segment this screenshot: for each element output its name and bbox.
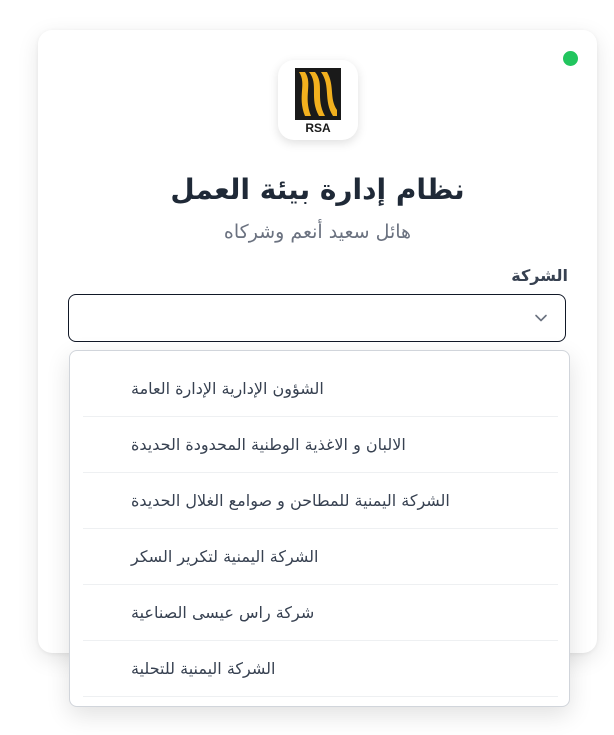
company-field-label: الشركة [511,266,568,285]
dropdown-option[interactable]: الشركة اليمنية لتكرير السكر [83,529,558,585]
page-title: نظام إدارة بيئة العمل [170,173,465,206]
dropdown-option[interactable]: الشؤون الإدارية الإدارة العامة [83,361,558,417]
dropdown-option-label: الشؤون الإدارية الإدارة العامة [131,379,324,398]
dropdown-option-label: الشركة اليمنية للتحلية [131,659,276,678]
page-subtitle: هائل سعيد أنعم وشركاه [223,221,412,243]
company-logo: RSA [278,60,358,140]
dropdown-option-label: الشركة اليمنية للمطاحن و صوامع الغلال ال… [131,491,450,510]
dropdown-option-label: الشركة اليمنية لتكرير السكر [131,547,319,566]
company-select[interactable] [68,294,566,342]
rsa-logo-icon: RSA [295,68,341,134]
dropdown-option-label: شركة راس عيسى الصناعية [131,603,315,622]
dropdown-option[interactable]: الالبان و الاغذية الوطنية المحدودة الحدي… [83,417,558,473]
chevron-down-icon [535,314,547,322]
svg-text:RSA: RSA [305,121,331,134]
dropdown-option[interactable]: الشركة اليمنية للمطاحن و صوامع الغلال ال… [83,473,558,529]
company-dropdown-list: الشؤون الإدارية الإدارة العامة الالبان و… [69,350,570,707]
dropdown-option[interactable]: شركة راس عيسى الصناعية [83,585,558,641]
dropdown-option-label: الالبان و الاغذية الوطنية المحدودة الحدي… [131,435,406,454]
online-status-indicator [563,51,578,66]
dropdown-option[interactable]: الشركة اليمنية للتحلية [83,641,558,697]
